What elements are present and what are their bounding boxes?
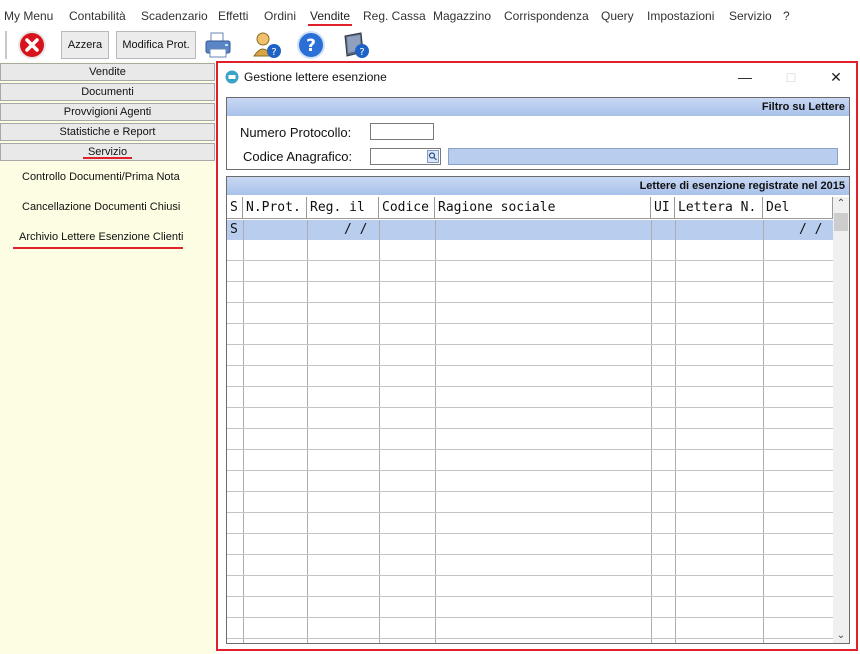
scroll-thumb[interactable] (834, 213, 848, 231)
svg-text:?: ? (306, 36, 316, 56)
section-provvigioni-agenti[interactable]: Provvigioni Agenti (0, 103, 215, 121)
col-header-ragione-sociale[interactable]: Ragione sociale (435, 197, 651, 219)
filter-panel: Filtro su Lettere Numero Protocollo: Cod… (226, 97, 850, 170)
grid-row-line (227, 323, 833, 324)
cell-del: / / (799, 222, 823, 237)
grid-row-line (227, 428, 833, 429)
lettere-grid: Lettere di esenzione registrate nel 2015… (226, 176, 850, 644)
numero-protocollo-label: Numero Protocollo: (240, 125, 352, 140)
col-header-codice[interactable]: Codice (379, 197, 435, 219)
ragione-sociale-display (448, 148, 838, 165)
link-controllo-documenti[interactable]: Controllo Documenti/Prima Nota (22, 171, 180, 183)
grid-header: Lettere di esenzione registrate nel 2015 (227, 177, 849, 195)
svg-text:?: ? (359, 47, 364, 58)
grid-row-line (227, 533, 833, 534)
lettere-esenzione-window: Gestione lettere esenzione — □ ✕ Filtro … (216, 61, 858, 651)
grid-row-line (227, 407, 833, 408)
grid-row-line (227, 575, 833, 576)
toolbar-separator (5, 31, 7, 59)
link-archivio-lettere[interactable]: Archivio Lettere Esenzione Clienti (19, 231, 183, 243)
section-active-indicator (83, 157, 132, 159)
cell-reg-il: / / (344, 222, 368, 237)
grid-row-line (227, 344, 833, 345)
left-panel: Vendite Documenti Provvigioni Agenti Sta… (0, 62, 215, 654)
user-help-icon[interactable]: ? (251, 30, 281, 60)
menu-reg-cassa[interactable]: Reg. Cassa (363, 9, 426, 23)
menu-effetti[interactable]: Effetti (218, 9, 248, 23)
grid-row-line (227, 386, 833, 387)
link-cancellazione-documenti[interactable]: Cancellazione Documenti Chiusi (22, 201, 180, 213)
link-active-indicator (13, 247, 183, 249)
menu-bar: My Menu Contabilità Scadenzario Effetti … (0, 0, 860, 28)
grid-row-line (227, 617, 833, 618)
col-header-s[interactable]: S (227, 197, 243, 219)
section-documenti[interactable]: Documenti (0, 83, 215, 101)
window-titlebar: Gestione lettere esenzione — □ ✕ (218, 63, 856, 91)
close-icon[interactable] (17, 30, 47, 60)
grid-column-line (675, 220, 676, 643)
azzera-button[interactable]: Azzera (61, 31, 109, 59)
lookup-icon[interactable] (427, 150, 439, 163)
menu-vendite[interactable]: Vendite (310, 9, 350, 23)
scroll-down-icon[interactable]: ⌄ (833, 629, 849, 643)
numero-protocollo-field[interactable] (370, 123, 434, 140)
grid-row-line (227, 470, 833, 471)
codice-anagrafico-field[interactable] (370, 148, 441, 165)
menu-corrispondenza[interactable]: Corrispondenza (504, 9, 589, 23)
menu-ordini[interactable]: Ordini (264, 9, 296, 23)
grid-row-line (227, 512, 833, 513)
help-icon[interactable]: ? (296, 30, 326, 60)
col-header-nprot[interactable]: N.Prot. (243, 197, 307, 219)
grid-column-line (307, 220, 308, 643)
grid-row-line (227, 260, 833, 261)
grid-row-line (227, 554, 833, 555)
filter-header: Filtro su Lettere (227, 98, 849, 116)
menu-my-menu[interactable]: My Menu (4, 9, 53, 23)
printer-icon[interactable] (203, 30, 233, 60)
grid-row-line (227, 281, 833, 282)
toolbar: Azzera Modifica Prot. ? ? ? (0, 28, 860, 62)
menu-scadenzario[interactable]: Scadenzario (141, 9, 208, 23)
table-row-selected[interactable] (227, 220, 833, 240)
grid-row-line (227, 638, 833, 639)
menu-contabilita[interactable]: Contabilità (69, 9, 126, 23)
scroll-up-icon[interactable]: ⌃ (833, 197, 849, 211)
col-header-del[interactable]: Del (763, 197, 833, 219)
grid-row-line (227, 491, 833, 492)
minimize-button[interactable]: — (733, 66, 757, 88)
grid-column-line (651, 220, 652, 643)
vertical-scrollbar[interactable]: ⌃ ⌄ (833, 197, 849, 643)
grid-column-line (243, 220, 244, 643)
section-vendite[interactable]: Vendite (0, 63, 215, 81)
grid-column-line (379, 220, 380, 643)
maximize-button[interactable]: □ (779, 66, 803, 88)
menu-query[interactable]: Query (601, 9, 634, 23)
grid-column-line (763, 220, 764, 643)
grid-row-line (227, 596, 833, 597)
svg-text:?: ? (271, 47, 276, 58)
modifica-prot-button[interactable]: Modifica Prot. (116, 31, 196, 59)
cell-s: S (230, 222, 238, 237)
menu-help[interactable]: ? (783, 9, 790, 23)
window-close-button[interactable]: ✕ (824, 66, 848, 88)
menu-active-indicator (308, 24, 352, 26)
menu-impostazioni[interactable]: Impostazioni (647, 9, 714, 23)
section-statistiche-report[interactable]: Statistiche e Report (0, 123, 215, 141)
menu-servizio[interactable]: Servizio (729, 9, 772, 23)
menu-magazzino[interactable]: Magazzino (433, 9, 491, 23)
grid-row-line (227, 302, 833, 303)
manual-help-icon[interactable]: ? (339, 30, 369, 60)
grid-row-line (227, 365, 833, 366)
col-header-lettera-n[interactable]: Lettera N. (675, 197, 763, 219)
window-title: Gestione lettere esenzione (244, 70, 387, 84)
col-header-reg-il[interactable]: Reg. il (307, 197, 379, 219)
grid-column-line (435, 220, 436, 643)
app-icon (225, 70, 239, 84)
codice-anagrafico-label: Codice Anagrafico: (243, 149, 353, 164)
col-header-ui[interactable]: UI (651, 197, 675, 219)
grid-row-line (227, 449, 833, 450)
